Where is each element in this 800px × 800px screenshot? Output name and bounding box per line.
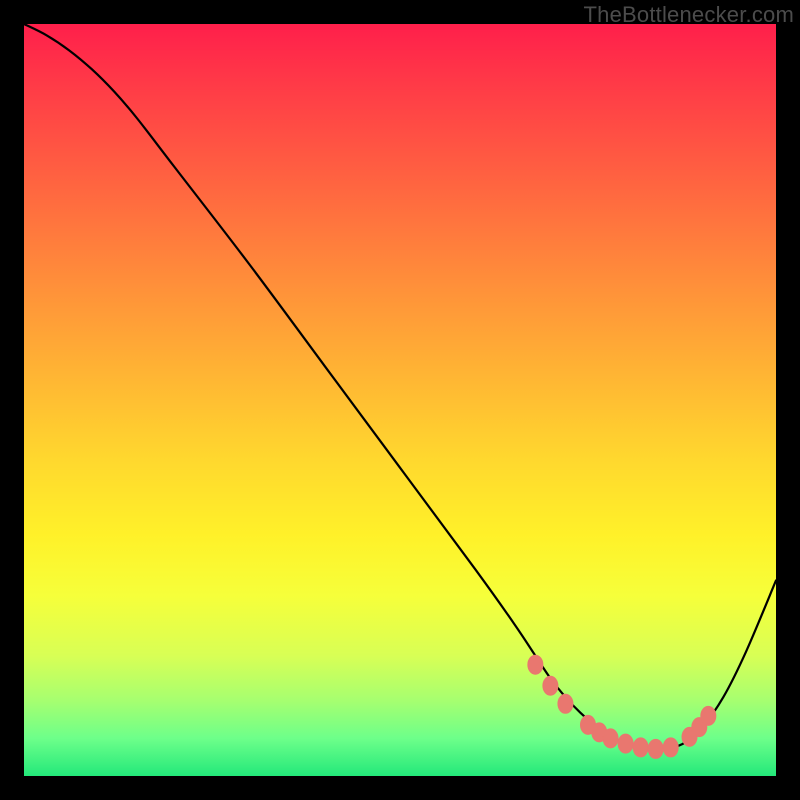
curve-marker	[648, 739, 663, 758]
chart-svg	[24, 24, 776, 776]
curve-marker	[543, 676, 558, 695]
curve-marker	[633, 738, 648, 757]
curve-marker	[701, 706, 716, 725]
curve-marker	[528, 655, 543, 674]
curve-marker	[663, 738, 678, 757]
curve-markers	[528, 655, 716, 758]
bottleneck-curve	[24, 24, 776, 750]
curve-marker	[603, 729, 618, 748]
curve-marker	[618, 734, 633, 753]
curve-marker	[558, 694, 573, 713]
